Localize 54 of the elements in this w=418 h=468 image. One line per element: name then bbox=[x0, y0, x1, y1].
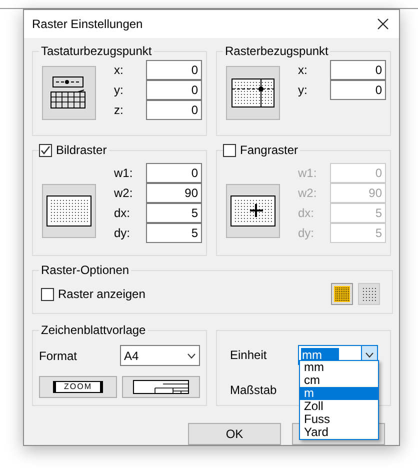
number-field[interactable]: 5 bbox=[146, 203, 202, 223]
zoom-button[interactable]: ZOOM bbox=[39, 376, 117, 398]
field-label: w1: bbox=[298, 165, 318, 182]
number-field[interactable]: 5 bbox=[146, 223, 202, 243]
unit-option[interactable]: Yard bbox=[300, 426, 378, 439]
unit-option[interactable]: cm bbox=[300, 374, 378, 387]
unit-option[interactable]: Zoll bbox=[300, 400, 378, 413]
unit-option[interactable]: Fuss bbox=[300, 413, 378, 426]
unit-label: Einheit bbox=[230, 347, 267, 364]
number-field[interactable]: 0 bbox=[146, 100, 202, 120]
field-label: dy: bbox=[114, 225, 132, 242]
field-label: dy: bbox=[298, 225, 316, 242]
number-field[interactable]: 0 bbox=[146, 163, 202, 183]
field-label: z: bbox=[114, 102, 124, 119]
field-label: dx: bbox=[114, 205, 132, 222]
dense-grid-button[interactable] bbox=[331, 283, 353, 305]
grid-crosshair-icon bbox=[226, 66, 280, 120]
unit-option[interactable]: m bbox=[300, 387, 378, 400]
field-label: x: bbox=[114, 62, 124, 79]
field-label: dx: bbox=[298, 205, 316, 222]
checkbox[interactable] bbox=[39, 144, 52, 156]
window-title: Raster Einstellungen bbox=[32, 16, 143, 33]
close-icon[interactable] bbox=[377, 18, 389, 30]
group-title: Zeichenblattvorlage bbox=[39, 322, 148, 338]
number-field[interactable]: 0 bbox=[330, 60, 386, 80]
number-field[interactable]: 0 bbox=[146, 80, 202, 100]
keyboard-icon bbox=[42, 66, 96, 120]
field-label: y: bbox=[298, 82, 308, 99]
format-label: Format bbox=[39, 348, 78, 364]
number-field[interactable]: 0 bbox=[146, 60, 202, 80]
format-dropdown[interactable]: A4 bbox=[120, 345, 200, 366]
group-title: Rasterbezugspunkt bbox=[223, 43, 330, 59]
scale-label: Maßstab bbox=[230, 382, 277, 399]
field-label: x: bbox=[298, 62, 308, 79]
ok-button[interactable]: OK bbox=[188, 423, 281, 445]
group-title: Raster-Optionen bbox=[39, 262, 132, 278]
dense-dot-grid-icon bbox=[334, 286, 350, 302]
field-label: w2: bbox=[114, 185, 134, 202]
checkmark-icon bbox=[40, 144, 51, 156]
number-field[interactable]: 0 bbox=[330, 80, 386, 100]
group-title: Tastaturbezugspunkt bbox=[39, 43, 154, 59]
chevron-down-icon bbox=[365, 352, 374, 358]
title-block-button[interactable] bbox=[122, 376, 200, 398]
title-block-icon bbox=[133, 380, 189, 394]
field-label: y: bbox=[114, 82, 124, 99]
field-label: w1: bbox=[114, 165, 134, 182]
checkbox-label: Raster anzeigen bbox=[58, 286, 146, 303]
snap-grid-icon bbox=[226, 184, 280, 238]
field-label: w2: bbox=[298, 185, 318, 202]
chevron-down-icon bbox=[187, 352, 196, 358]
dot-grid-icon bbox=[42, 184, 96, 238]
checkbox[interactable] bbox=[41, 288, 54, 300]
number-field[interactable]: 90 bbox=[146, 183, 202, 203]
sparse-grid-button[interactable] bbox=[358, 283, 380, 305]
